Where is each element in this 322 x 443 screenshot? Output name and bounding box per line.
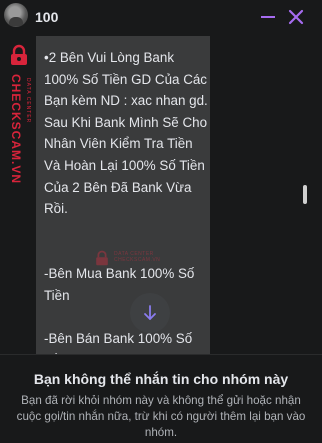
brand-name: CHECKSCAM.VN: [9, 74, 23, 185]
avatar-icon[interactable]: [4, 3, 28, 27]
scrollbar-thumb[interactable]: [303, 185, 307, 204]
brand-subtitle: DATA CENTER: [25, 78, 31, 124]
minimize-button[interactable]: [259, 8, 277, 26]
lock-logo-icon: [11, 44, 27, 65]
close-button[interactable]: [287, 8, 305, 26]
chat-title[interactable]: 100: [35, 9, 58, 25]
notice-description: Bạn đã rời khỏi nhóm này và không thể gử…: [16, 394, 306, 439]
message-bubble[interactable]: DATA CENTER CHECKSCAM.VN •2 Bên Vui Lòng…: [36, 36, 210, 354]
brand-watermark: CHECKSCAM.VN DATA CENTER: [0, 36, 36, 326]
message-text: •2 Bên Vui Lòng Bank 100% Số Tiền GD Của…: [44, 50, 208, 354]
notice-title: Bạn không thể nhắn tin cho nhóm này: [33, 371, 289, 387]
chat-header: 100: [0, 0, 322, 36]
chat-window: 100 CHECKSCAM.VN DATA CENTER DATA CENTER…: [0, 0, 322, 443]
arrow-down-icon: [144, 305, 156, 320]
scroll-to-bottom-button[interactable]: [130, 293, 170, 333]
left-group-notice: Bạn không thể nhắn tin cho nhóm này Bạn …: [0, 354, 322, 443]
close-icon: [288, 9, 304, 25]
